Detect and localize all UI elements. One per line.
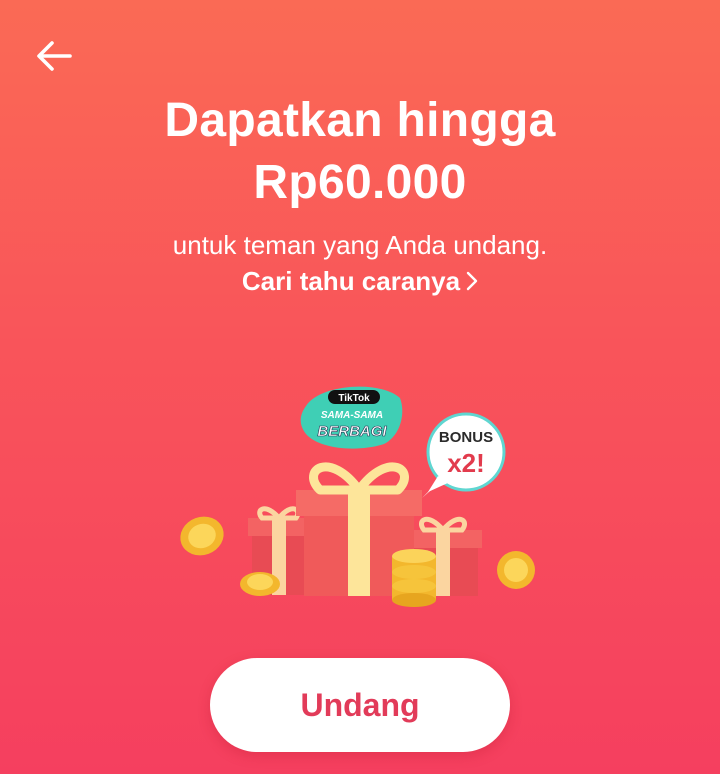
reward-amount: Rp60.000 bbox=[253, 156, 467, 209]
reward-subtitle: untuk teman yang Anda undang. bbox=[172, 230, 548, 260]
bonus-bubble: BONUS x2! bbox=[422, 412, 506, 498]
campaign-badge: TikTok SAMA-SAMA BERBAGI bbox=[300, 386, 403, 449]
learn-more-label: Cari tahu caranya bbox=[241, 266, 461, 296]
badge-line-1: SAMA-SAMA bbox=[321, 410, 383, 421]
back-arrow-icon[interactable] bbox=[32, 34, 76, 78]
bonus-label: BONUS bbox=[439, 429, 493, 446]
bonus-multiplier: x2! bbox=[447, 448, 485, 478]
coin-icon bbox=[497, 551, 535, 589]
learn-more-link[interactable]: Cari tahu caranya bbox=[0, 264, 720, 298]
badge-brand: TikTok bbox=[338, 393, 370, 404]
chevron-right-icon bbox=[466, 271, 478, 291]
coin-icon bbox=[240, 572, 280, 596]
gift-illustration: TikTok SAMA-SAMA BERBAGI BONUS x2! bbox=[180, 386, 535, 607]
invite-button[interactable]: Undang bbox=[210, 658, 510, 752]
coin-stack-icon bbox=[392, 549, 436, 607]
badge-line-2: BERBAGI bbox=[317, 423, 387, 440]
reward-title: Dapatkan hingga Rp60.000 bbox=[0, 90, 720, 214]
title-line-1: Dapatkan hingga bbox=[164, 94, 556, 147]
coin-icon bbox=[180, 516, 224, 556]
